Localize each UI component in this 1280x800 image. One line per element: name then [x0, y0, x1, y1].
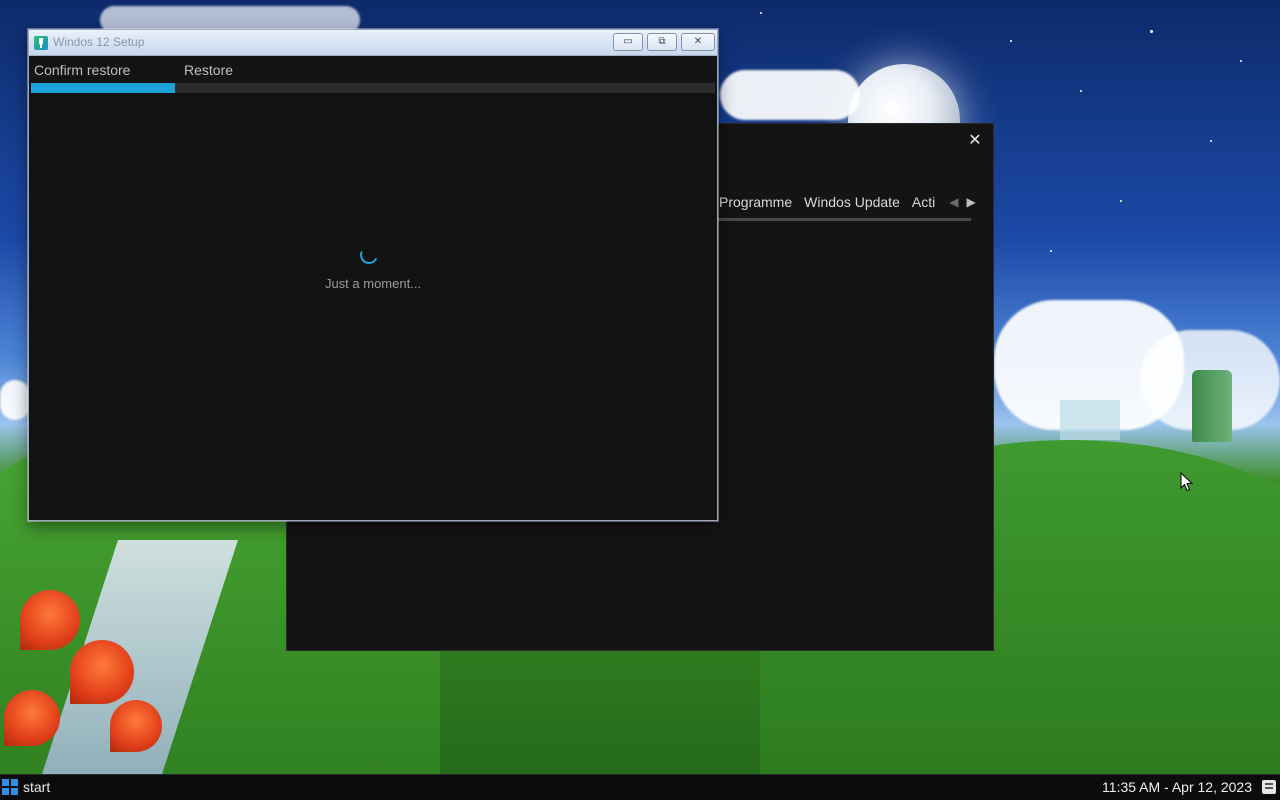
notification-icon[interactable] — [1262, 780, 1276, 794]
mouse-cursor-icon — [1180, 472, 1194, 492]
castle-decoration — [1060, 400, 1120, 440]
window-controls: ▭ ⧉ ✕ — [613, 33, 717, 51]
setup-body: Just a moment... — [29, 94, 717, 520]
minimize-button[interactable]: ▭ — [613, 33, 643, 51]
flower-decoration — [110, 700, 162, 752]
step-confirm-restore: Confirm restore — [34, 62, 131, 78]
star-decoration — [1010, 40, 1012, 42]
arrow-left-icon[interactable]: ◀ — [949, 195, 958, 209]
arrow-right-icon[interactable]: ▶ — [966, 195, 975, 209]
setup-progress-fill — [31, 83, 175, 93]
setup-progress-track — [31, 83, 715, 93]
loading-spinner-icon — [357, 243, 381, 267]
star-decoration — [1120, 200, 1122, 202]
cloud-decoration — [720, 70, 860, 120]
windmill-decoration — [1192, 370, 1232, 442]
close-icon[interactable]: ✕ — [965, 130, 985, 150]
setup-step-bar: Confirm restore Restore — [29, 56, 717, 84]
tab-windos-update[interactable]: Windos Update — [804, 194, 900, 210]
taskbar: start 11:35 AM - Apr 12, 2023 — [0, 774, 1280, 800]
star-decoration — [1210, 140, 1212, 142]
star-decoration — [1080, 90, 1082, 92]
star-decoration — [1240, 60, 1242, 62]
tab-programme[interactable]: Programme — [719, 194, 792, 210]
tab-activation[interactable]: Acti — [912, 194, 935, 210]
star-decoration — [1050, 250, 1052, 252]
flower-decoration — [70, 640, 134, 704]
setup-app-icon — [34, 36, 48, 50]
settings-tab-strip: Programme Windos Update Acti ◀ ▶ — [719, 194, 976, 210]
tab-scroll-arrows: ◀ ▶ — [949, 195, 975, 209]
taskbar-clock[interactable]: 11:35 AM - Apr 12, 2023 — [1102, 779, 1252, 795]
setup-window-title: Windos 12 Setup — [53, 35, 145, 49]
start-button[interactable]: start — [2, 779, 50, 795]
star-decoration — [1150, 30, 1153, 33]
windows-logo-icon — [2, 779, 18, 795]
maximize-button[interactable]: ⧉ — [647, 33, 677, 51]
tab-underline — [717, 218, 971, 221]
desktop: ✕ Programme Windos Update Acti ◀ ▶ Windo… — [0, 0, 1280, 800]
status-text: Just a moment... — [324, 276, 422, 291]
setup-window[interactable]: Windos 12 Setup ▭ ⧉ ✕ Confirm restore Re… — [28, 29, 718, 521]
flower-decoration — [4, 690, 60, 746]
flower-decoration — [20, 590, 80, 650]
star-decoration — [760, 12, 762, 14]
close-button[interactable]: ✕ — [681, 33, 715, 51]
cloud-decoration — [0, 380, 30, 420]
start-label: start — [23, 779, 51, 795]
step-restore: Restore — [184, 62, 234, 78]
setup-titlebar[interactable]: Windos 12 Setup ▭ ⧉ ✕ — [29, 30, 717, 56]
